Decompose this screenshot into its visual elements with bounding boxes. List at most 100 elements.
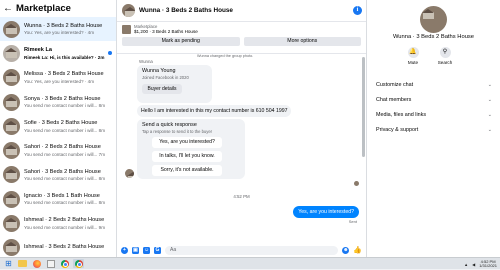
conversation-item[interactable]: Ishmeal · 2 Beds 2 Baths House You send m… (0, 211, 116, 235)
scrollbar[interactable] (362, 57, 365, 157)
menu-label: Privacy & support (376, 126, 419, 133)
conversation-avatar (3, 69, 20, 87)
conversation-title: Rimeek La (24, 47, 52, 54)
emoji-icon[interactable]: ☻ (342, 246, 350, 254)
conversation-preview: You send me contact number i will... 7m (24, 151, 106, 157)
conversation-item[interactable]: Wunna · 3 Beds 2 Baths House You: Yes, ar… (0, 17, 116, 42)
conversation-item[interactable]: Melissa · 3 Beds 2 Baths House You: Yes, … (0, 66, 116, 90)
conversation-preview: You send me contact number i will... 8m (24, 127, 106, 133)
conversation-title: Sahori · 2 Beds 2 Baths House (24, 144, 101, 151)
buyer-details-button[interactable]: Buyer details (142, 84, 182, 94)
quick-response-title: Send a quick response (142, 122, 197, 128)
thumbs-up-icon[interactable]: 👍 (353, 246, 362, 254)
sender-avatar (125, 169, 134, 178)
details-panel: Wunna · 3 Beds 2 Baths House 🔔 Mute ⚲ Se… (367, 0, 500, 257)
chat-members-item[interactable]: Chat members ⌄ (367, 92, 500, 107)
chat-panel: Wunna · 3 Beds 2 Baths House i Marketpla… (117, 0, 367, 257)
menu-label: Customize chat (376, 81, 414, 88)
taskbar-firefox[interactable] (31, 259, 42, 268)
listing-thumbnail[interactable] (122, 24, 131, 34)
conversation-avatar (3, 93, 20, 111)
menu-label: Media, files and links (376, 111, 427, 118)
menu-label: Chat members (376, 96, 412, 103)
conversation-title: Ishmeal · 3 Beds 2 Baths House (24, 244, 105, 251)
taskbar-paint[interactable] (45, 259, 56, 268)
paint-icon (46, 259, 55, 268)
system-message: Wunna changed the group photo. (197, 54, 254, 58)
conversation-preview: You: Yes, are you interested? · 4m (24, 30, 95, 36)
sticker-icon[interactable]: ☺ (143, 246, 150, 254)
mute-label: Mute (407, 60, 419, 65)
search-icon: ⚲ (439, 47, 451, 58)
search-button[interactable]: ⚲ Search (434, 47, 456, 65)
details-avatar[interactable] (420, 6, 447, 33)
listing-banner: Marketplace $1,200 · 3 Beds 2 Baths Hous… (117, 22, 366, 54)
message-thread: Wunna changed the group photo. Wunna Wun… (117, 54, 366, 243)
customize-chat-item[interactable]: Customize chat ⌄ (367, 77, 500, 92)
chrome-icon (74, 259, 83, 268)
chevron-down-icon: ⌄ (487, 96, 492, 103)
conversation-preview: You send me contact number i will... 8m (24, 200, 106, 206)
bell-icon: 🔔 (407, 47, 419, 58)
taskbar-chrome-active[interactable] (73, 259, 84, 268)
conversation-preview: You send me contact number i will... 9m (24, 224, 106, 230)
conversation-item[interactable]: Sofie · 3 Beds 2 Baths House You send me … (0, 114, 116, 138)
conversation-item[interactable]: Sonya · 3 Beds 2 Baths House You send me … (0, 90, 116, 114)
conversation-title: Sonya · 3 Beds 2 Baths House (24, 95, 101, 102)
clock[interactable]: 4:52 PM 1/31/2021 (479, 259, 497, 269)
info-icon[interactable]: i (353, 6, 362, 15)
conversation-preview: Rimeek La: Hi, is this available? · 2m (24, 54, 105, 60)
mute-button[interactable]: 🔔 Mute (402, 47, 424, 65)
volume-icon[interactable]: ◀ (472, 262, 475, 267)
conversation-avatar (3, 166, 20, 184)
sent-status: Sent (348, 219, 357, 224)
conversation-avatar (3, 239, 20, 257)
conversation-avatar (3, 190, 20, 208)
time-separator: 4:52 PM (233, 194, 250, 199)
buyer-name: Wunna Young (142, 68, 176, 74)
media-files-links-item[interactable]: Media, files and links ⌄ (367, 107, 500, 122)
quick-reply-yes-button[interactable]: Yes, are you interested? (152, 137, 222, 148)
mark-as-pending-button[interactable]: Mark as pending (122, 37, 240, 46)
conversation-item[interactable]: Sahori · 2 Beds 2 Baths House You send me… (0, 138, 116, 162)
sender-name: Wunna (139, 59, 153, 64)
conversation-preview: You send me contact number i will... 8m (24, 103, 106, 109)
system-tray: ▲ ◀ 4:52 PM 1/31/2021 (464, 258, 497, 270)
details-title: Wunna · 3 Beds 2 Baths House (392, 34, 475, 40)
conversation-title: Sahori · 3 Beds 2 Baths House (24, 168, 101, 175)
message-input[interactable]: Aa (165, 245, 339, 255)
network-icon[interactable]: ▲ (464, 262, 468, 267)
conversation-preview: You send me contact number i will... 8m (24, 176, 106, 182)
conversation-item[interactable]: Ishmeal · 3 Beds 2 Baths House (0, 236, 116, 257)
chevron-down-icon: ⌄ (487, 111, 492, 118)
panel-title: Marketplace (16, 3, 71, 14)
gif-icon[interactable]: G (154, 246, 161, 254)
more-options-button[interactable]: More options (243, 37, 361, 46)
quick-reply-not-available-button[interactable]: Sorry, it's not available. (152, 165, 222, 176)
conversation-item[interactable]: Rimeek La Rimeek La: Hi, is this availabl… (0, 41, 116, 65)
conversation-list-panel: ← Marketplace Wunna · 3 Beds 2 Baths Hou… (0, 0, 117, 257)
taskbar-folder[interactable] (17, 259, 28, 268)
outgoing-message: Yes, are you interested? (293, 206, 359, 218)
windows-icon: ⊞ (5, 259, 12, 268)
buyer-card: Wunna Young Joined Facebook in 2020 Buye… (137, 65, 212, 103)
back-arrow-icon[interactable]: ← (2, 3, 14, 14)
quick-reply-in-talks-button[interactable]: In talks, I'll let you know. (152, 151, 222, 162)
details-menu: Customize chat ⌄ Chat members ⌄ Media, fil… (367, 77, 500, 137)
image-icon[interactable]: ▣ (132, 246, 139, 254)
plus-icon[interactable]: + (121, 246, 128, 254)
conversation-item[interactable]: Sahori · 3 Beds 2 Baths House You send me… (0, 163, 116, 187)
chrome-icon (60, 259, 69, 268)
seen-avatar (354, 181, 359, 186)
conversation-avatar (3, 20, 20, 38)
conversation-title: Ishmeal · 2 Beds 2 Baths House (24, 217, 105, 224)
taskbar-chrome[interactable] (59, 259, 70, 268)
start-button[interactable]: ⊞ (3, 259, 14, 268)
chat-title[interactable]: Wunna · 3 Beds 2 Baths House (139, 7, 233, 14)
composer: + ▣ ☺ G Aa ☻ 👍 (117, 243, 366, 257)
chat-avatar[interactable] (122, 4, 135, 17)
conversation-list-header: ← Marketplace (0, 0, 116, 17)
conversation-item[interactable]: Ignacio · 3 Beds 1 Bath House You send me… (0, 187, 116, 211)
privacy-support-item[interactable]: Privacy & support ⌄ (367, 122, 500, 137)
listing-price[interactable]: $1,200 · 3 Beds 2 Baths House (134, 29, 198, 34)
